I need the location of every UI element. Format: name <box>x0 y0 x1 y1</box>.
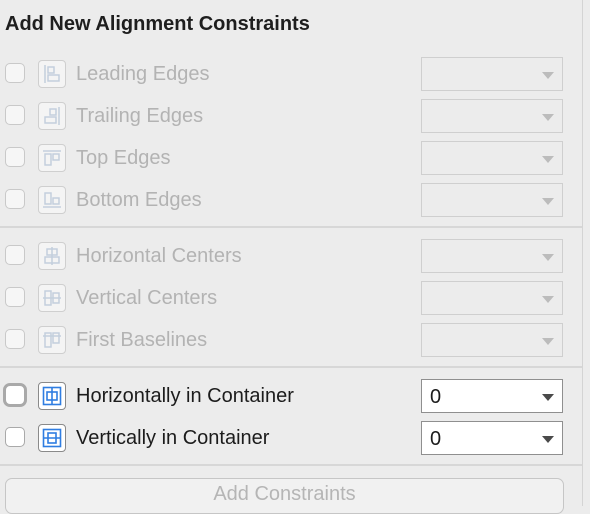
chevron-down-icon <box>542 198 554 205</box>
top-edges-icon <box>38 144 66 172</box>
constraint-row-horizontal-centers: Horizontal Centers <box>0 238 582 274</box>
vertical-centers-checkbox[interactable] <box>5 287 25 307</box>
add-constraints-button[interactable]: Add Constraints <box>5 478 564 514</box>
alignment-constraints-panel: Add New Alignment Constraints Leading Ed… <box>0 0 582 514</box>
vertically-in-container-select[interactable]: 0 <box>421 421 563 455</box>
chevron-down-icon <box>542 72 554 79</box>
vertically-in-container-checkbox[interactable] <box>5 427 25 447</box>
vertical-centers-icon <box>38 284 66 312</box>
bottom-edges-select[interactable] <box>421 183 563 217</box>
horizontally-in-container-checkbox[interactable] <box>3 383 27 407</box>
chevron-down-icon <box>542 254 554 261</box>
first-baselines-checkbox[interactable] <box>5 329 25 349</box>
constraint-row-vertically-in-container: Vertically in Container 0 <box>0 420 582 456</box>
constraint-row-top-edges: Top Edges <box>0 140 582 176</box>
top-edges-select[interactable] <box>421 141 563 175</box>
leading-edges-select[interactable] <box>421 57 563 91</box>
bottom-edges-icon <box>38 186 66 214</box>
leading-edges-label: Leading Edges <box>76 63 210 85</box>
window-edge <box>583 0 590 506</box>
horizontal-centers-icon <box>38 242 66 270</box>
bottom-edges-label: Bottom Edges <box>76 189 202 211</box>
trailing-edges-label: Trailing Edges <box>76 105 204 127</box>
trailing-edges-checkbox[interactable] <box>5 105 25 125</box>
trailing-edges-icon <box>38 102 66 130</box>
constraint-row-bottom-edges: Bottom Edges <box>0 182 582 218</box>
first-baselines-select[interactable] <box>421 323 563 357</box>
vertically-in-container-value: 0 <box>430 428 442 450</box>
bottom-edges-checkbox[interactable] <box>5 189 25 209</box>
top-edges-checkbox[interactable] <box>5 147 25 167</box>
chevron-down-icon <box>542 114 554 121</box>
chevron-down-icon <box>542 338 554 345</box>
vertical-centers-label: Vertical Centers <box>76 287 218 309</box>
vertically-in-container-label: Vertically in Container <box>76 427 270 449</box>
vertical-centers-select[interactable] <box>421 281 563 315</box>
horizontally-in-container-select[interactable]: 0 <box>421 379 563 413</box>
section-divider <box>0 366 582 368</box>
constraint-row-vertical-centers: Vertical Centers <box>0 280 582 316</box>
horizontal-centers-label: Horizontal Centers <box>76 245 242 267</box>
horizontal-centers-select[interactable] <box>421 239 563 273</box>
constraint-row-first-baselines: First Baselines <box>0 322 582 358</box>
chevron-down-icon <box>542 394 554 401</box>
horizontally-in-container-label: Horizontally in Container <box>76 385 294 407</box>
vertically-in-container-icon <box>38 424 66 452</box>
chevron-down-icon <box>542 436 554 443</box>
chevron-down-icon <box>542 296 554 303</box>
top-edges-label: Top Edges <box>76 147 171 169</box>
panel-title: Add New Alignment Constraints <box>5 13 310 35</box>
constraint-row-horizontally-in-container: Horizontally in Container 0 <box>0 378 582 414</box>
constraint-row-trailing-edges: Trailing Edges <box>0 98 582 134</box>
constraint-row-leading-edges: Leading Edges <box>0 56 582 92</box>
chevron-down-icon <box>542 156 554 163</box>
trailing-edges-select[interactable] <box>421 99 563 133</box>
section-divider <box>0 226 582 228</box>
leading-edges-checkbox[interactable] <box>5 63 25 83</box>
first-baselines-label: First Baselines <box>76 329 208 351</box>
horizontally-in-container-value: 0 <box>430 386 442 408</box>
horizontally-in-container-icon <box>38 382 66 410</box>
horizontal-centers-checkbox[interactable] <box>5 245 25 265</box>
first-baselines-icon <box>38 326 66 354</box>
leading-edges-icon <box>38 60 66 88</box>
section-divider <box>0 464 582 466</box>
